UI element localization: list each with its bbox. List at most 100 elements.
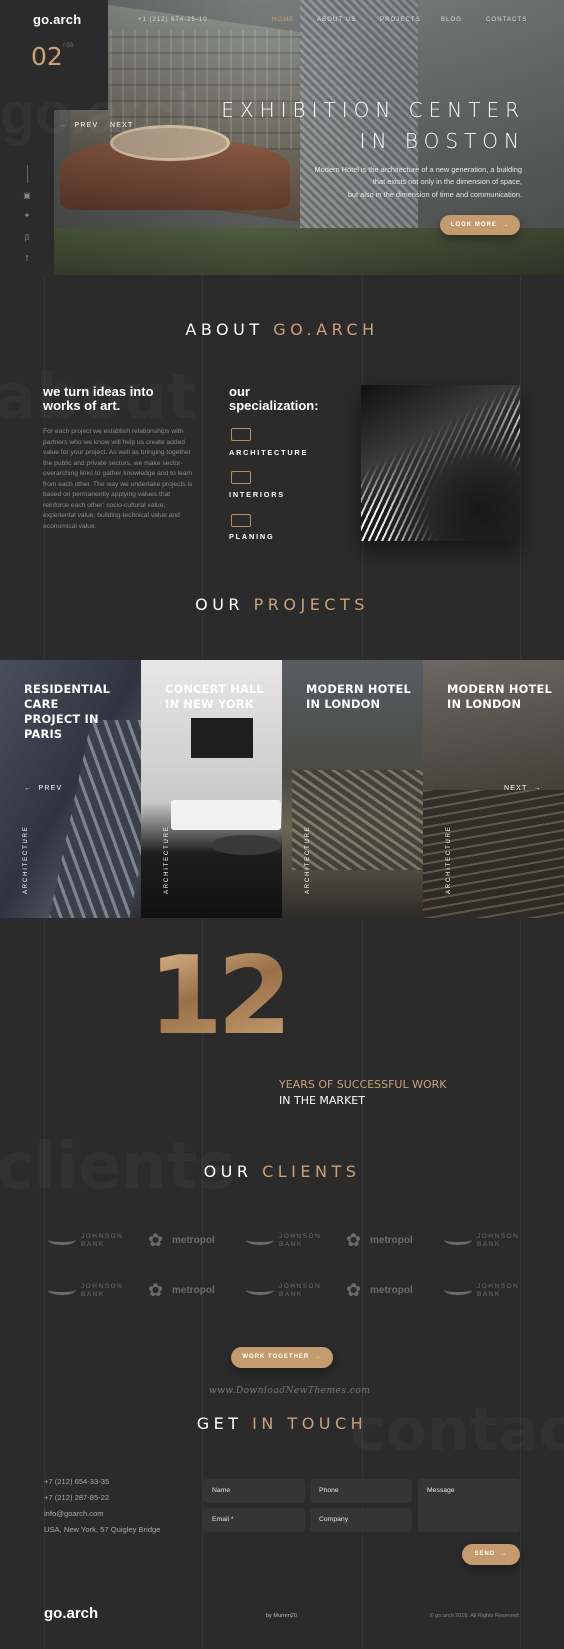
johnson-swoosh-icon xyxy=(246,1235,274,1245)
client-logo-metropol[interactable]: ✿ metropol xyxy=(346,1230,426,1252)
slide-next-button[interactable]: NEXT → xyxy=(110,122,148,129)
projects-title: OUR PROJECTS xyxy=(0,595,564,614)
project-image xyxy=(292,770,423,870)
slide-prev-button[interactable]: ← PREV xyxy=(60,122,98,129)
client-name: metropol xyxy=(172,1235,215,1246)
projects-prev-button[interactable]: ← PREV xyxy=(24,785,62,792)
johnson-swoosh-icon xyxy=(48,1285,76,1295)
hero-text-line: but also in the dimension of time and co… xyxy=(347,189,522,199)
heading-line: we turn ideas into xyxy=(43,384,154,399)
company-field[interactable]: Company xyxy=(310,1508,412,1532)
send-button[interactable]: SEND → xyxy=(462,1544,520,1565)
client-logo-johnson[interactable]: JOHNSON BANK xyxy=(246,1230,326,1252)
client-name: JOHNSON BANK xyxy=(81,1283,123,1299)
heading-line: our xyxy=(229,384,250,399)
client-logo-johnson[interactable]: JOHNSON BANK xyxy=(48,1280,128,1302)
client-logo-metropol[interactable]: ✿ metropol xyxy=(346,1280,426,1302)
client-name-line: JOHNSON xyxy=(477,1283,520,1290)
hero-slider: go.arch go.arch 02 / 03 ← PREV NEXT → ▣ … xyxy=(0,0,564,275)
client-logo-metropol[interactable]: ✿ metropol xyxy=(148,1280,228,1302)
title-line: IN LONDON xyxy=(447,697,522,711)
title-accent: PROJECTS xyxy=(253,595,369,614)
contact-phone[interactable]: +7 (212) 287-85-22 xyxy=(44,1493,109,1502)
title-text: OUR xyxy=(195,595,245,614)
title-text: ABOUT xyxy=(185,320,264,339)
client-logo-johnson[interactable]: JOHNSON BANK xyxy=(246,1280,326,1302)
phone-field[interactable]: Phone xyxy=(310,1479,412,1503)
project-category: ARCHITECTURE xyxy=(164,825,170,894)
projects-next-button[interactable]: NEXT → xyxy=(504,785,542,792)
client-name: metropol xyxy=(370,1235,413,1246)
planing-icon xyxy=(231,514,251,527)
client-name-line: JOHNSON xyxy=(81,1233,124,1240)
message-field[interactable]: Message xyxy=(418,1479,520,1532)
spec-architecture: ARCHITECTURE xyxy=(229,448,309,457)
prev-label: PREV xyxy=(38,785,63,792)
look-more-button[interactable]: LOOK MORE → xyxy=(440,215,520,235)
client-logo-johnson[interactable]: JOHNSON BANK xyxy=(444,1280,524,1302)
twitter-icon[interactable]: ✦ xyxy=(22,211,32,221)
client-name-line: BANK xyxy=(279,1241,303,1248)
next-label: NEXT xyxy=(110,122,134,129)
johnson-swoosh-icon xyxy=(48,1235,76,1245)
project-card[interactable]: MODERN HOTEL IN LONDON xyxy=(423,660,564,918)
project-card[interactable]: MODERN HOTEL IN LONDON xyxy=(282,660,423,918)
arrow-right-icon: → xyxy=(139,122,148,129)
title-line: IN LONDON xyxy=(306,697,381,711)
client-name-line: BANK xyxy=(477,1241,501,1248)
title-text: GET xyxy=(196,1414,243,1433)
nav-blog[interactable]: BLOG xyxy=(441,17,462,23)
facebook-icon[interactable]: f xyxy=(22,254,32,264)
client-logo-johnson[interactable]: JOHNSON BANK xyxy=(444,1230,524,1252)
contact-email[interactable]: info@goarch.com xyxy=(44,1509,104,1518)
arrow-right-icon: → xyxy=(533,785,542,792)
footer-logo[interactable]: go.arch xyxy=(44,1605,98,1622)
send-label: SEND xyxy=(474,1551,496,1557)
name-field[interactable]: Name xyxy=(203,1479,305,1503)
header-phone[interactable]: +1 (212) 674-25-10 xyxy=(138,17,208,23)
years-number: 12 xyxy=(148,952,287,1040)
ghost-text: go.arch xyxy=(0,80,210,147)
title-line: PROJECT IN PARIS xyxy=(24,712,99,741)
project-card[interactable]: RESIDENTIAL CARE PROJECT IN PARIS xyxy=(0,660,141,918)
title-line: MODERN HOTEL xyxy=(306,682,411,696)
nav-contacts[interactable]: CONTACTS xyxy=(486,17,527,23)
clients-title: OUR CLIENTS xyxy=(0,1162,564,1181)
about-text: For each project we establish relationsh… xyxy=(43,428,193,530)
client-name: metropol xyxy=(370,1285,413,1296)
johnson-swoosh-icon xyxy=(246,1285,274,1295)
logo[interactable]: go.arch xyxy=(33,12,81,27)
slide-total: / 03 xyxy=(63,43,74,49)
client-name-line: JOHNSON xyxy=(279,1283,322,1290)
hero-title-line: IN BOSTON xyxy=(359,129,525,153)
client-name-line: BANK xyxy=(81,1241,105,1248)
metropol-leaf-icon: ✿ xyxy=(346,1230,362,1250)
nav-about[interactable]: ABOUT US xyxy=(317,17,356,23)
project-card[interactable]: CONCERT HALL IN NEW YORK xyxy=(141,660,282,918)
architecture-icon xyxy=(231,428,251,441)
heading-line: works of art. xyxy=(43,399,154,413)
nav-projects[interactable]: PROJECTS xyxy=(380,17,421,23)
about-heading: we turn ideas into works of art. xyxy=(43,385,154,413)
slide-current: 02 xyxy=(31,42,63,71)
specialization-heading: our specialization: xyxy=(229,385,319,413)
work-together-button[interactable]: WORK TOGETHER → xyxy=(231,1347,333,1368)
nav-home[interactable]: HOME xyxy=(272,17,294,23)
title-line: IN NEW YORK xyxy=(165,697,254,711)
project-category: ARCHITECTURE xyxy=(23,825,29,894)
client-name: metropol xyxy=(172,1285,215,1296)
client-logo-metropol[interactable]: ✿ metropol xyxy=(148,1230,228,1252)
contact-phone[interactable]: +7 (212) 654-33-35 xyxy=(44,1477,109,1486)
email-field[interactable]: Email * xyxy=(203,1508,305,1532)
instagram-icon[interactable]: ▣ xyxy=(22,191,32,201)
heading-text: works of art. xyxy=(43,398,121,413)
title-line: RESIDENTIAL CARE xyxy=(24,682,111,711)
title-line: CONCERT HALL xyxy=(165,682,264,696)
project-image xyxy=(423,790,564,918)
footer-credit: by Murren20 xyxy=(266,1613,297,1619)
sofa-shape xyxy=(171,800,281,830)
footer-copyright: © go.arch 2016. All Rights Reserved. xyxy=(429,1613,520,1619)
title-line: MODERN HOTEL xyxy=(447,682,552,696)
behance-icon[interactable]: β xyxy=(22,233,32,243)
client-logo-johnson[interactable]: JOHNSON BANK xyxy=(48,1230,128,1252)
